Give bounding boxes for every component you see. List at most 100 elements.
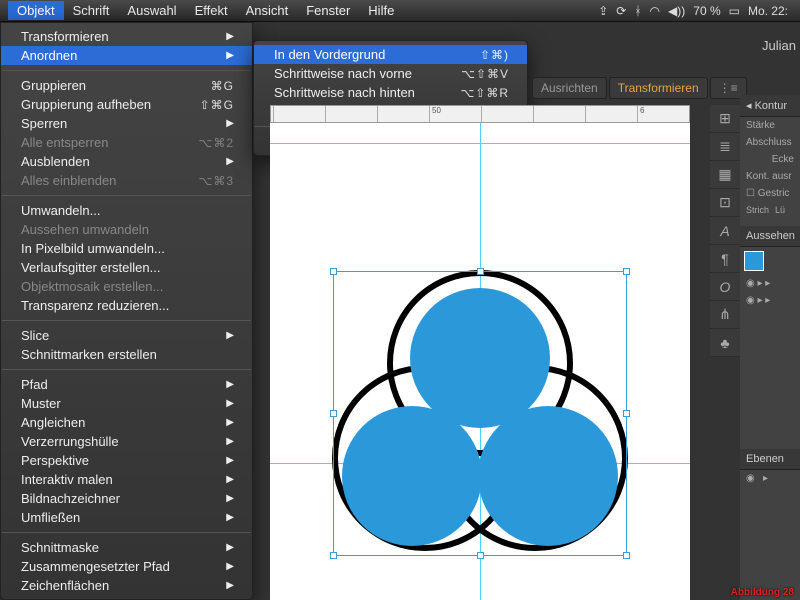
handle-n[interactable] bbox=[477, 268, 484, 275]
menubar: Objekt Schrift Auswahl Effekt Ansicht Fe… bbox=[0, 0, 800, 22]
handle-w[interactable] bbox=[330, 410, 337, 417]
guide-horizontal-1[interactable] bbox=[270, 143, 690, 144]
figure-caption: Abbildung 28 bbox=[731, 587, 794, 598]
appearance-row-2[interactable]: ◉ ▸ ▸ bbox=[740, 292, 800, 309]
menu-item-pfad[interactable]: Pfad▶ bbox=[1, 375, 252, 394]
submenu-item-in-den-vordergrund[interactable]: In den Vordergrund⇧⌘) bbox=[254, 45, 527, 64]
panel-icon-8[interactable]: ⋔ bbox=[710, 301, 740, 329]
submenu-arrow-icon: ▶ bbox=[226, 118, 234, 129]
submenu-item-schrittweise-nach-vorne[interactable]: Schrittweise nach vorne⌥⇧⌘V bbox=[254, 64, 527, 83]
objekt-dropdown: Transformieren▶Anordnen▶ Gruppieren⌘GGrup… bbox=[0, 22, 253, 600]
panel-icon-2[interactable]: ≣ bbox=[710, 133, 740, 161]
fill-swatch[interactable] bbox=[744, 251, 764, 271]
label-ecke: Ecke bbox=[740, 151, 800, 168]
clock[interactable]: Mo. 22: bbox=[748, 4, 788, 18]
submenu-arrow-icon: ▶ bbox=[226, 417, 234, 428]
menu-item-in-pixelbild-umwandeln-[interactable]: In Pixelbild umwandeln... bbox=[1, 239, 252, 258]
right-panels: ◂ Kontur Stärke Abschluss Ecke Kont. aus… bbox=[740, 95, 800, 600]
menu-item-verzerrungsh-lle[interactable]: Verzerrungshülle▶ bbox=[1, 432, 252, 451]
submenu-item-schrittweise-nach-hinten[interactable]: Schrittweise nach hinten⌥⇧⌘R bbox=[254, 83, 527, 102]
appearance-row-1[interactable]: ◉ ▸ ▸ bbox=[740, 275, 800, 292]
menu-item-zeichenfl-chen[interactable]: Zeichenflächen▶ bbox=[1, 576, 252, 595]
panel-icon-7[interactable]: O bbox=[710, 273, 740, 301]
panel-icon-9[interactable]: ♣ bbox=[710, 329, 740, 357]
submenu-arrow-icon: ▶ bbox=[226, 542, 234, 553]
dropbox-icon[interactable]: ⇪ bbox=[598, 4, 608, 18]
menu-item-perspektive[interactable]: Perspektive▶ bbox=[1, 451, 252, 470]
panel-kontur[interactable]: ◂ Kontur bbox=[740, 95, 800, 117]
menu-item-umflie-en[interactable]: Umfließen▶ bbox=[1, 508, 252, 527]
menu-item-angleichen[interactable]: Angleichen▶ bbox=[1, 413, 252, 432]
menu-item-umwandeln-[interactable]: Umwandeln... bbox=[1, 201, 252, 220]
align-button[interactable]: Ausrichten bbox=[532, 77, 607, 99]
type-icon[interactable]: A bbox=[710, 217, 740, 245]
menu-item-zusammengesetzter-pfad[interactable]: Zusammengesetzter Pfad▶ bbox=[1, 557, 252, 576]
menu-item-gruppierung-aufheben[interactable]: Gruppierung aufheben⇧⌘G bbox=[1, 95, 252, 114]
menu-ansicht[interactable]: Ansicht bbox=[237, 1, 298, 20]
transform-button[interactable]: Transformieren bbox=[609, 77, 708, 99]
menu-item-verlaufsgitter-erstellen-[interactable]: Verlaufsgitter erstellen... bbox=[1, 258, 252, 277]
menu-item-alle-entsperren: Alle entsperren⌥⌘2 bbox=[1, 133, 252, 152]
handle-sw[interactable] bbox=[330, 552, 337, 559]
submenu-arrow-icon: ▶ bbox=[226, 330, 234, 341]
menu-effekt[interactable]: Effekt bbox=[186, 1, 237, 20]
menu-item-schnittmaske[interactable]: Schnittmaske▶ bbox=[1, 538, 252, 557]
user-name: Julian bbox=[762, 38, 796, 53]
menu-objekt[interactable]: Objekt bbox=[8, 1, 64, 20]
handle-ne[interactable] bbox=[623, 268, 630, 275]
selection-box[interactable] bbox=[333, 271, 627, 556]
panel-icon-3[interactable]: ▦ bbox=[710, 161, 740, 189]
menu-auswahl[interactable]: Auswahl bbox=[118, 1, 185, 20]
panel-icon-4[interactable]: ⊡ bbox=[710, 189, 740, 217]
panel-ebenen[interactable]: Ebenen bbox=[740, 449, 800, 470]
panel-icon-6[interactable]: ¶ bbox=[710, 245, 740, 273]
submenu-arrow-icon: ▶ bbox=[226, 512, 234, 523]
grid-icon[interactable]: ⊞ bbox=[710, 105, 740, 133]
submenu-arrow-icon: ▶ bbox=[226, 379, 234, 390]
submenu-arrow-icon: ▶ bbox=[226, 31, 234, 42]
bluetooth-icon[interactable]: ᚼ bbox=[634, 4, 641, 18]
volume-icon[interactable]: ◀)) bbox=[668, 4, 685, 18]
submenu-arrow-icon: ▶ bbox=[226, 474, 234, 485]
menu-item-alles-einblenden: Alles einblenden⌥⌘3 bbox=[1, 171, 252, 190]
menu-hilfe[interactable]: Hilfe bbox=[359, 1, 403, 20]
submenu-arrow-icon: ▶ bbox=[226, 398, 234, 409]
handle-e[interactable] bbox=[623, 410, 630, 417]
menu-item-slice[interactable]: Slice▶ bbox=[1, 326, 252, 345]
sync-icon[interactable]: ⟳ bbox=[616, 4, 626, 18]
menu-item-schnittmarken-erstellen[interactable]: Schnittmarken erstellen bbox=[1, 345, 252, 364]
handle-se[interactable] bbox=[623, 552, 630, 559]
menu-item-muster[interactable]: Muster▶ bbox=[1, 394, 252, 413]
handle-s[interactable] bbox=[477, 552, 484, 559]
submenu-arrow-icon: ▶ bbox=[226, 493, 234, 504]
menu-item-transparenz-reduzieren-[interactable]: Transparenz reduzieren... bbox=[1, 296, 252, 315]
secondary-toolbar: Ausrichten Transformieren ⋮≡ bbox=[532, 77, 747, 99]
submenu-arrow-icon: ▶ bbox=[226, 455, 234, 466]
panel-aussehen[interactable]: Aussehen bbox=[740, 226, 800, 247]
menu-item-gruppieren[interactable]: Gruppieren⌘G bbox=[1, 76, 252, 95]
menu-item-ausblenden[interactable]: Ausblenden▶ bbox=[1, 152, 252, 171]
menu-item-interaktiv-malen[interactable]: Interaktiv malen▶ bbox=[1, 470, 252, 489]
checkbox-gestrichelt[interactable]: ☐ Gestric bbox=[740, 185, 800, 202]
submenu-arrow-icon: ▶ bbox=[226, 50, 234, 61]
wifi-icon[interactable]: ◠ bbox=[650, 4, 660, 18]
submenu-arrow-icon: ▶ bbox=[226, 436, 234, 447]
canvas[interactable] bbox=[270, 123, 690, 600]
menu-item-anordnen[interactable]: Anordnen▶ bbox=[1, 46, 252, 65]
menu-item-transformieren[interactable]: Transformieren▶ bbox=[1, 27, 252, 46]
handle-nw[interactable] bbox=[330, 268, 337, 275]
layer-row[interactable]: ◉ ▸ bbox=[740, 470, 800, 487]
dash-labels: StrichLü bbox=[740, 202, 800, 218]
submenu-arrow-icon: ▶ bbox=[226, 561, 234, 572]
submenu-arrow-icon: ▶ bbox=[226, 156, 234, 167]
label-kont-ausr: Kont. ausr bbox=[740, 168, 800, 185]
menu-item-sperren[interactable]: Sperren▶ bbox=[1, 114, 252, 133]
menu-item-bildnachzeichner[interactable]: Bildnachzeichner▶ bbox=[1, 489, 252, 508]
battery-percent: 70 % bbox=[693, 4, 720, 18]
menu-schrift[interactable]: Schrift bbox=[64, 1, 119, 20]
battery-icon[interactable]: ▭ bbox=[729, 4, 740, 18]
label-abschluss: Abschluss bbox=[740, 134, 800, 151]
menu-item-objektmosaik-erstellen-: Objektmosaik erstellen... bbox=[1, 277, 252, 296]
menu-fenster[interactable]: Fenster bbox=[297, 1, 359, 20]
ruler-horizontal: 50 6 bbox=[270, 105, 690, 123]
